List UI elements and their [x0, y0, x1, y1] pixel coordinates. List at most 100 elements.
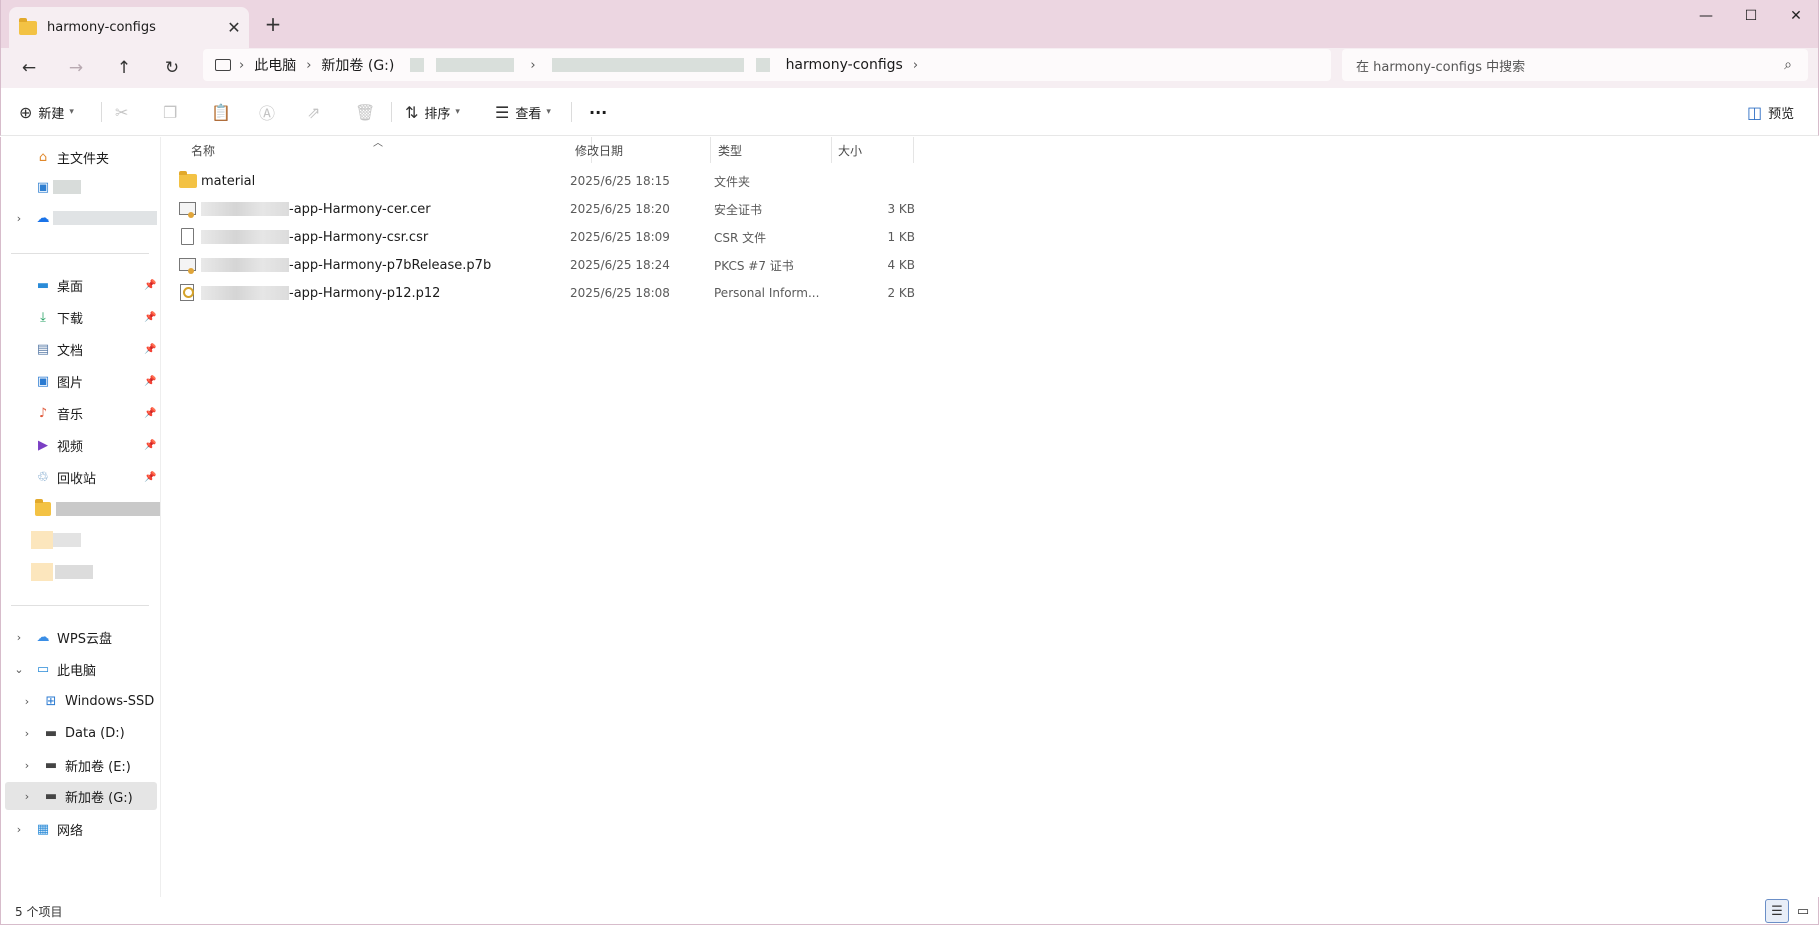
- sidebar-item-recycle-bin[interactable]: ♲ 回收站 📌: [1, 463, 159, 491]
- sidebar-item-music[interactable]: ♪ 音乐 📌: [1, 399, 159, 427]
- close-window-button[interactable]: ✕: [1773, 0, 1819, 32]
- sidebar-item-gallery[interactable]: ▣: [1, 173, 159, 201]
- pin-icon[interactable]: 📌: [144, 408, 156, 419]
- view-button[interactable]: ☰ 查看 ▾: [495, 96, 551, 128]
- sidebar-item-label: 音乐: [57, 407, 84, 423]
- chevron-down-icon: ▾: [546, 107, 551, 117]
- new-tab-button[interactable]: +: [263, 12, 283, 36]
- sidebar-item-onedrive[interactable]: › ☁: [1, 204, 159, 232]
- share-button[interactable]: ⇗: [307, 96, 326, 128]
- preview-label: 预览: [1768, 106, 1795, 122]
- certificate-icon: [179, 256, 197, 274]
- gallery-icon: ▣: [36, 179, 50, 195]
- up-button[interactable]: ↑: [107, 52, 141, 84]
- minimize-button[interactable]: —: [1683, 0, 1729, 32]
- redacted-label: [53, 180, 81, 194]
- sidebar-item-desktop[interactable]: ▬ 桌面 📌: [1, 271, 159, 299]
- file-type: PKCS #7 证书: [714, 258, 794, 273]
- delete-button[interactable]: 🗑: [355, 96, 381, 128]
- sidebar-item-drive-d[interactable]: › ▬ Data (D:): [1, 719, 159, 747]
- file-row[interactable]: material 2025/6/25 18:15 文件夹: [175, 167, 1075, 195]
- tab-harmony-configs[interactable]: harmony-configs ✕: [9, 7, 249, 48]
- sidebar-item-home[interactable]: ⌂ 主文件夹: [1, 143, 159, 171]
- sidebar-item-label: Data (D:): [65, 725, 125, 741]
- redacted-label: [53, 211, 157, 225]
- file-name: -app-Harmony-p7bRelease.p7b: [289, 257, 492, 273]
- column-header-size[interactable]: 大小: [832, 137, 914, 163]
- sidebar-item-pictures[interactable]: ▣ 图片 📌: [1, 367, 159, 395]
- column-header-type[interactable]: 类型: [712, 137, 832, 163]
- folder-icon: [19, 17, 37, 35]
- sidebar-item-drive-c[interactable]: › ⊞ Windows-SSD (C: [1, 687, 159, 715]
- cut-button[interactable]: ✂: [115, 96, 134, 128]
- sort-label: 排序: [424, 106, 451, 122]
- copy-button[interactable]: ❐: [163, 96, 183, 128]
- search-input[interactable]: 在 harmony-configs 中搜索 ⌕: [1342, 49, 1808, 81]
- address-bar[interactable]: › 此电脑 › 新加卷 (G:) › harmony-configs ›: [203, 49, 1331, 81]
- chevron-right-icon: ›: [16, 630, 22, 644]
- file-type: 文件夹: [714, 174, 751, 189]
- forward-button[interactable]: →: [59, 52, 93, 84]
- preview-pane-button[interactable]: ◫ 预览: [1747, 96, 1794, 128]
- sidebar-item-documents[interactable]: ▤ 文档 📌: [1, 335, 159, 363]
- pin-icon[interactable]: 📌: [144, 472, 156, 483]
- copy-icon: ❐: [163, 102, 178, 122]
- sidebar-item-downloads[interactable]: ⤓ 下载 📌: [1, 303, 159, 331]
- redacted-label: [56, 502, 160, 516]
- pin-icon[interactable]: 📌: [144, 440, 156, 451]
- sidebar-item-this-pc[interactable]: ⌄ ▭ 此电脑: [1, 655, 159, 683]
- back-button[interactable]: ←: [12, 52, 46, 84]
- breadcrumb-separator[interactable]: ›: [913, 58, 918, 73]
- sidebar-item-wps-cloud[interactable]: › ☁ WPS云盘: [1, 623, 159, 651]
- refresh-button[interactable]: ↻: [155, 52, 189, 84]
- breadcrumb-separator[interactable]: ›: [530, 58, 535, 73]
- column-header-name[interactable]: 名称: [185, 137, 592, 163]
- file-date: 2025/6/25 18:15: [570, 174, 670, 188]
- details-view-button[interactable]: ☰: [1765, 899, 1789, 923]
- sidebar-item-drive-e[interactable]: › ▬ 新加卷 (E:): [1, 751, 159, 779]
- share-icon: ⇗: [307, 102, 321, 122]
- sidebar-item-folder[interactable]: [1, 495, 160, 523]
- cut-icon: ✂: [115, 102, 129, 122]
- breadcrumb-harmony-configs[interactable]: harmony-configs: [776, 57, 913, 73]
- key-file-icon: [179, 284, 197, 302]
- sidebar-item-label: 网络: [57, 823, 84, 839]
- desktop-icon: ▬: [36, 277, 50, 293]
- file-row[interactable]: -app-Harmony-p7bRelease.p7b 2025/6/25 18…: [175, 251, 1075, 279]
- breadcrumb-this-pc[interactable]: 此电脑: [244, 55, 306, 75]
- sidebar-item-label: 此电脑: [57, 663, 97, 679]
- file-row[interactable]: -app-Harmony-cer.cer 2025/6/25 18:20 安全证…: [175, 195, 1075, 223]
- more-options-button[interactable]: ···: [589, 96, 607, 128]
- sidebar-item-drive-g[interactable]: › ▬ 新加卷 (G:): [5, 782, 157, 810]
- tab-title: harmony-configs: [47, 20, 156, 35]
- paste-button[interactable]: 📋: [211, 96, 237, 128]
- redacted-filename-prefix: [201, 230, 289, 244]
- column-header-date[interactable]: 修改日期: [569, 137, 711, 163]
- sidebar-item-label: 桌面: [57, 279, 84, 295]
- maximize-button[interactable]: ☐: [1728, 0, 1774, 32]
- music-icon: ♪: [38, 405, 48, 421]
- computer-icon: [215, 59, 231, 71]
- file-size: 1 KB: [887, 230, 915, 244]
- sidebar-item-network[interactable]: › ▦ 网络: [1, 815, 159, 843]
- navigation-pane: ⌂ 主文件夹 ▣ › ☁ ▬ 桌面 📌 ⤓ 下载 📌 ▤ 文档 📌 ▣ 图片 📌…: [0, 137, 160, 897]
- divider: [571, 102, 572, 122]
- sidebar-item-label: WPS云盘: [57, 631, 112, 647]
- sort-button[interactable]: ⇅ 排序 ▾: [405, 96, 460, 128]
- file-row[interactable]: -app-Harmony-p12.p12 2025/6/25 18:08 Per…: [175, 279, 1075, 307]
- breadcrumb-drive-g[interactable]: 新加卷 (G:): [311, 55, 404, 75]
- pin-icon[interactable]: 📌: [144, 280, 156, 291]
- large-icons-view-button[interactable]: ▭: [1791, 899, 1815, 923]
- pin-icon[interactable]: 📌: [144, 312, 156, 323]
- chevron-right-icon: ›: [24, 758, 30, 772]
- rename-button[interactable]: Ⓐ: [259, 96, 281, 128]
- pin-icon[interactable]: 📌: [144, 376, 156, 387]
- pin-icon[interactable]: 📌: [144, 344, 156, 355]
- breadcrumb-redacted: [410, 58, 425, 72]
- sidebar-item-videos[interactable]: ▶ 视频 📌: [1, 431, 159, 459]
- close-tab-button[interactable]: ✕: [219, 18, 249, 37]
- file-row[interactable]: -app-Harmony-csr.csr 2025/6/25 18:09 CSR…: [175, 223, 1075, 251]
- redacted-folder-icon: [31, 563, 53, 581]
- view-icon: ☰: [495, 102, 510, 122]
- new-button[interactable]: ⊕ 新建 ▾: [19, 96, 74, 128]
